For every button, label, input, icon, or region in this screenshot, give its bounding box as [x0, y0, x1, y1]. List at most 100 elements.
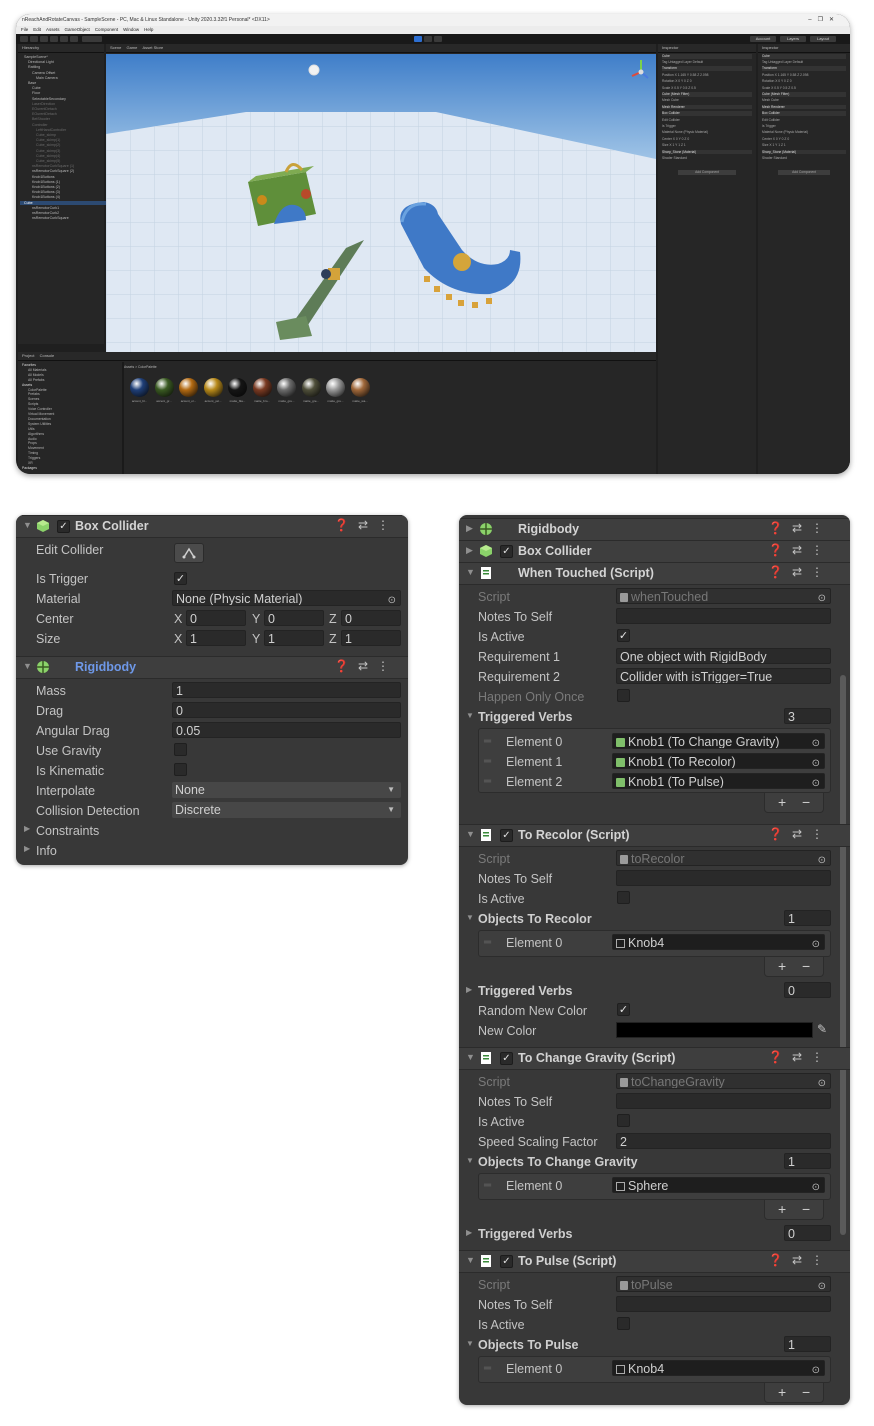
hierarchy-item[interactable]: Controller — [32, 123, 48, 128]
fold-arrow-icon[interactable]: ▶ — [466, 545, 473, 556]
fold-arrow-icon[interactable]: ▼ — [23, 661, 32, 671]
minimize-icon[interactable]: – — [808, 17, 817, 23]
object-picker-icon[interactable]: ⊙ — [388, 593, 396, 605]
project-tree-item[interactable]: Assets — [22, 383, 32, 387]
add-element-button[interactable]: + — [778, 957, 786, 975]
eyedropper-icon[interactable]: ✎ — [817, 1022, 827, 1036]
material-thumbnail[interactable] — [228, 378, 247, 397]
material-thumbnail[interactable] — [203, 378, 223, 397]
project-tree-item[interactable]: Utils — [28, 427, 35, 431]
menu-window[interactable]: Window — [123, 27, 139, 32]
material-thumbnail[interactable] — [252, 378, 272, 397]
project-tree-item[interactable]: All Models — [28, 373, 44, 377]
layers-dropdown[interactable]: Layers — [780, 36, 806, 42]
is-kinematic-checkbox[interactable] — [174, 763, 187, 776]
remove-element-button[interactable]: − — [802, 793, 810, 811]
inspector-row[interactable]: Mesh Renderer — [662, 104, 752, 110]
hierarchy-item[interactable]: Main Camera — [36, 76, 58, 81]
inspector-row[interactable]: Shader Standard — [762, 156, 846, 161]
project-tree-item[interactable]: Virtual Movement — [28, 412, 54, 416]
triggered-verbs-size-field[interactable]: 0 — [784, 982, 831, 998]
inspector-row[interactable]: Sharp_Stone (Material) — [662, 149, 752, 155]
project-tree-item[interactable]: Algorithms — [28, 432, 44, 436]
hierarchy-item[interactable]: LaserDirection — [32, 102, 55, 107]
rigidbody-header-collapsed[interactable]: ▶ Rigidbody ❓⇄⋮ — [459, 518, 850, 541]
box-collider-header[interactable]: ▼ ✓ Box Collider ❓⇄⋮ — [16, 515, 408, 538]
angular-drag-field[interactable]: 0.05 — [172, 722, 401, 738]
use-gravity-checkbox[interactable] — [174, 743, 187, 756]
hierarchy-item[interactable]: Camera Offset — [32, 71, 55, 76]
inspector-b-tab[interactable]: Inspector — [758, 44, 850, 53]
triggered-verbs-label[interactable]: Triggered Verbs — [478, 1227, 572, 1241]
pivot-toggle[interactable] — [82, 36, 102, 42]
transform-tool-button[interactable] — [70, 36, 78, 42]
hierarchy-item[interactable]: Cube_skimp(2) — [36, 143, 60, 148]
step-button[interactable] — [434, 36, 442, 42]
requirement-1-field[interactable]: One object with RigidBody — [616, 648, 831, 664]
objects-to-recolor-size-field[interactable]: 1 — [784, 910, 831, 926]
objects-to-change-gravity-size-field[interactable]: 1 — [784, 1153, 831, 1169]
project-breadcrumb[interactable]: Assets > ColorPalette — [124, 365, 157, 369]
box-collider-enabled-checkbox[interactable]: ✓ — [500, 545, 513, 558]
maximize-icon[interactable]: ❐ — [818, 17, 829, 23]
hierarchy-item[interactable]: nsRemotorCurkSquare (2) — [32, 169, 74, 174]
inspector-row[interactable]: Box Collider — [662, 111, 752, 116]
inspector-row[interactable]: Material None (Physic Material) — [762, 130, 846, 135]
project-tree-item[interactable]: Documentation — [28, 417, 51, 421]
inspector-row[interactable]: Rotation X 0 Y 0 Z 0 — [762, 79, 846, 84]
inspector-row[interactable]: Tag Untagged Layer Default — [662, 60, 752, 65]
inspector-row[interactable]: Is Trigger — [662, 124, 752, 129]
is-active-checkbox[interactable] — [617, 1317, 630, 1330]
hierarchy-item[interactable]: Knob1Buttons (4) — [32, 195, 60, 200]
element-1-object-field[interactable]: Knob1 (To Recolor) ⊙ — [612, 753, 825, 769]
material-thumbnail[interactable] — [154, 378, 174, 397]
fold-arrow-icon[interactable]: ▼ — [466, 1052, 475, 1062]
drag-handle-icon[interactable]: ═ — [484, 1180, 491, 1191]
hierarchy-item[interactable]: EOurentDetach — [32, 107, 57, 112]
objects-to-pulse-size-field[interactable]: 1 — [784, 1336, 831, 1352]
element-0-object-field[interactable]: Sphere ⊙ — [612, 1177, 825, 1193]
fold-arrow-icon[interactable]: ▶ — [24, 824, 30, 833]
hierarchy-item[interactable]: SelectableSecondary — [32, 97, 66, 102]
constraints-foldout[interactable]: Constraints — [36, 824, 99, 838]
hierarchy-item[interactable]: Cube_skimp — [36, 133, 56, 138]
fold-arrow-icon[interactable]: ▼ — [466, 567, 475, 577]
inspector-row[interactable]: Rotation X 0 Y 0 Z 0 — [662, 79, 752, 84]
inspector-row[interactable]: Is Trigger — [762, 124, 846, 129]
is-trigger-checkbox[interactable]: ✓ — [174, 572, 187, 585]
add-component-button[interactable]: Add Component — [678, 170, 736, 175]
hierarchy-item[interactable]: Knob1Buttons (1) — [32, 180, 60, 185]
menu-edit[interactable]: Edit — [33, 27, 41, 32]
random-new-color-checkbox[interactable]: ✓ — [617, 1003, 630, 1016]
happen-only-once-checkbox[interactable] — [617, 689, 630, 702]
inspector-row[interactable]: Box Collider — [762, 111, 846, 116]
component-header-icons[interactable]: ❓⇄⋮ — [768, 521, 832, 535]
size-y-field[interactable]: 1 — [264, 630, 324, 646]
add-element-button[interactable]: + — [778, 1383, 786, 1401]
move-tool-button[interactable] — [30, 36, 38, 42]
fold-arrow-icon[interactable]: ▼ — [466, 1255, 475, 1265]
hierarchy-item[interactable]: Cube — [32, 86, 41, 91]
is-active-checkbox[interactable] — [617, 891, 630, 904]
material-thumbnail[interactable] — [350, 378, 370, 397]
inspector-row[interactable]: Mesh Renderer — [762, 104, 846, 110]
material-thumbnail[interactable] — [179, 378, 198, 397]
to-recolor-header[interactable]: ▼ ✓ To Recolor (Script) ❓⇄⋮ — [459, 824, 850, 847]
close-icon[interactable]: ✕ — [829, 17, 840, 23]
inspector-row[interactable]: Center X 0 Y 0 Z 0 — [662, 137, 752, 142]
menu-gameobject[interactable]: GameObject — [65, 27, 90, 32]
inspector-row[interactable]: Cube (Mesh Filter) — [662, 92, 752, 97]
hierarchy-item[interactable]: EOurentDetach — [32, 112, 57, 117]
inspector-row[interactable]: Tag Untagged Layer Default — [762, 60, 846, 65]
tab-asset-store[interactable]: Asset Store — [143, 45, 164, 50]
box-collider-header-collapsed[interactable]: ▶ ✓ Box Collider ❓⇄⋮ — [459, 540, 850, 563]
collision-detection-dropdown[interactable]: Discrete ▼ — [172, 802, 401, 818]
project-tree-item[interactable]: Packages — [22, 466, 37, 470]
project-tree-item[interactable]: Scripts — [28, 402, 38, 406]
to-recolor-enabled-checkbox[interactable]: ✓ — [500, 829, 513, 842]
component-header-icons[interactable]: ❓⇄⋮ — [768, 543, 832, 557]
menu-component[interactable]: Component — [95, 27, 118, 32]
pause-button[interactable] — [424, 36, 432, 42]
objects-to-recolor-label[interactable]: Objects To Recolor — [478, 912, 592, 926]
fold-arrow-icon[interactable]: ▼ — [466, 913, 474, 922]
